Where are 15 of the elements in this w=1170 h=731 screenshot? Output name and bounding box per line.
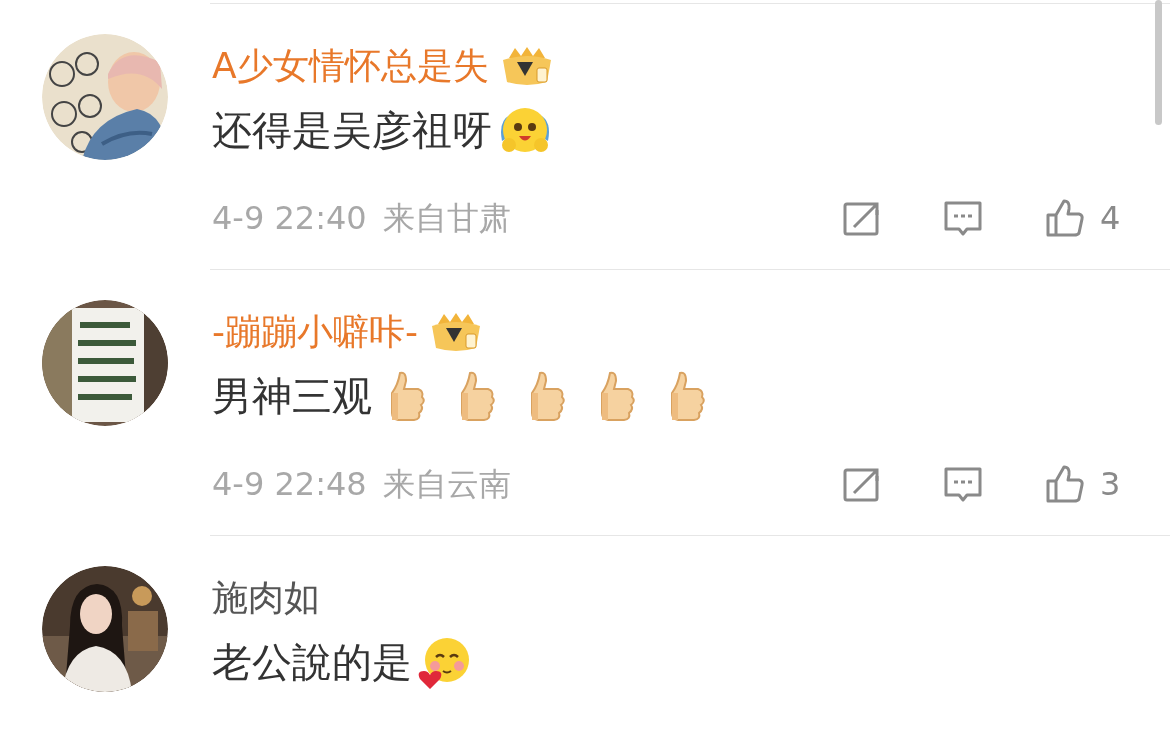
thumbs-up-icon[interactable] [1044,463,1086,505]
like-count: 3 [1100,464,1121,505]
like-count: 4 [1100,198,1121,239]
comment-text: 还得是吴彦祖呀 [212,108,492,152]
thumbs-up-icon[interactable] [1044,197,1086,239]
comment-location: 来自甘肃 [382,198,511,239]
user-name[interactable]: 施肉如 [212,578,320,618]
user-name[interactable]: -蹦蹦小噼咔- [212,312,418,352]
comment-location: 来自云南 [382,464,511,505]
comment-time: 4-9 22:40 [212,198,367,239]
comment-text: 男神三观 [212,374,372,418]
user-name[interactable]: A少女情怀总是失 [212,46,489,86]
comment-text: 老公說的是 [212,640,412,684]
scrollbar-thumb[interactable] [1155,0,1162,125]
comment-time: 4-9 22:48 [212,464,367,505]
